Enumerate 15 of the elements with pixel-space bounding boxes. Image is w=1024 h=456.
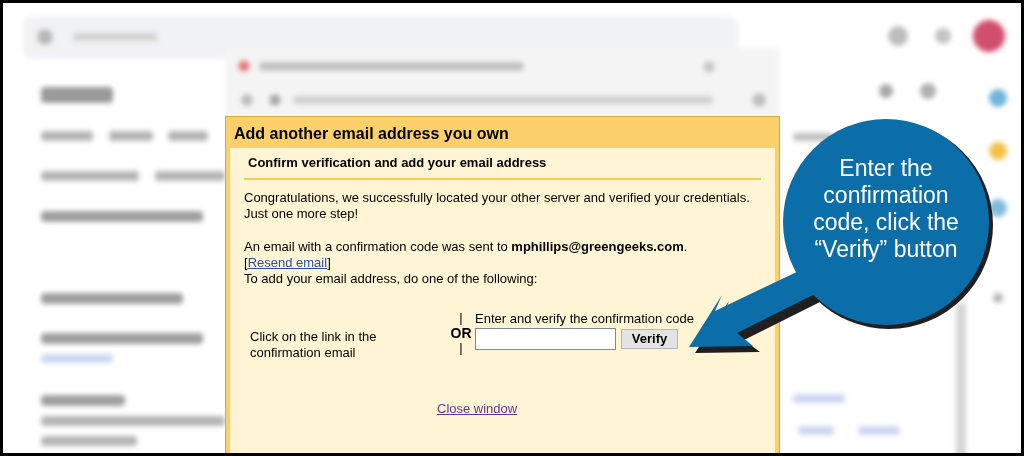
separator-text: OR (450, 325, 472, 341)
instruction-text: To add your email address, do one of the following: (244, 271, 539, 287)
verify-button[interactable]: Verify (621, 329, 678, 349)
callout-text: Enter the confirmation code, click the “Verify” button (812, 155, 960, 263)
resend-line: [Resend email] (244, 255, 332, 271)
dialog-subtitle: Confirm verification and add your email address (244, 154, 761, 180)
code-label: Enter and verify the confirmation code (475, 311, 694, 327)
code-input-field[interactable] (475, 328, 616, 350)
link-option-text: Click on the link in the confirmation email (250, 329, 378, 361)
dialog-title: Add another email address you own (233, 124, 510, 144)
separator-text: | (459, 341, 463, 355)
close-window-link[interactable]: Close window (437, 401, 518, 416)
sent-message: An email with a confirmation code was sent to mphillips@greengeeks.com. (244, 239, 689, 255)
separator-text: | (459, 311, 463, 325)
intro-text: Congratulations, we successfully located your other server and verified your credentials. Just one more step! (244, 190, 751, 222)
